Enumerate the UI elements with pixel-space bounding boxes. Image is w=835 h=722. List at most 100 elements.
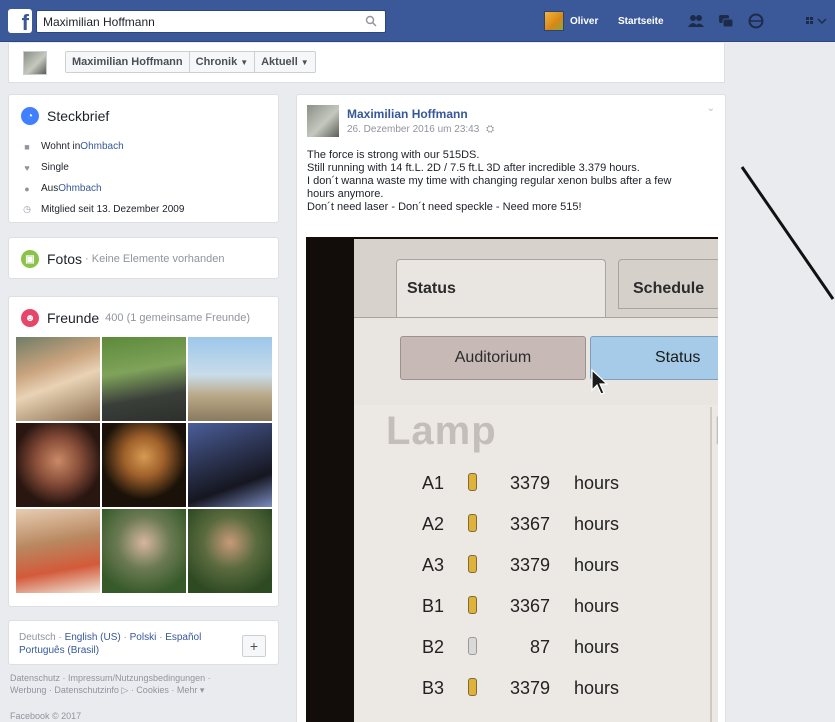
footer-links: Datenschutz · Impressum/Nutzungsbedingun… [10,672,275,696]
lamp-indicator-icon [468,514,477,532]
lamp-hours: 3367 [509,514,550,534]
friends-title[interactable]: Freunde [47,310,99,326]
globe-icon: ◔ [21,107,39,125]
chevron-down-icon: ▼ [300,58,309,67]
lamp-unit: hours [574,555,620,575]
language-link-english[interactable]: English (US) [65,632,121,643]
friend-tile[interactable] [16,509,100,593]
home-icon: ■ [24,141,30,152]
language-link-portugues[interactable]: Português (Brasil) [19,645,99,656]
messages-icon[interactable] [718,13,734,29]
intro-title: Steckbrief [47,108,110,124]
lamp-unit: hours [574,637,620,657]
lamp-row: B1 3367 hours [354,588,710,628]
account-menu-icon[interactable] [806,15,828,27]
nav-profile-link[interactable]: Oliver [544,11,598,31]
friend-tile[interactable] [188,509,272,593]
post-card: Maximilian Hoffmann 26. Dezember 2016 um… [296,94,726,722]
projector-status-screen: Status Schedule Auditorium Status Lamp P… [354,239,718,722]
lamp-indicator-icon [468,678,477,696]
clock-icon: ◷ [23,204,31,214]
intro-item-member-since: ◷ Mitglied seit 13. Dezember 2009 [21,199,271,220]
lamp-unit: hours [574,473,620,493]
lamp-row: A3 3379 hours [354,547,710,587]
top-navigation-bar: f Maximilian Hoffmann Oliver Startseite [0,0,835,42]
friends-count: 400 (1 gemeinsame Freunde) [105,312,251,324]
friend-tile[interactable] [102,337,186,421]
intro-item-hometown: ● Aus Ohmbach [21,178,271,199]
search-input[interactable]: Maximilian Hoffmann [36,10,386,33]
lamp-hours: 3367 [509,596,550,616]
language-link-polski[interactable]: Polski [130,632,157,643]
screen-button-auditorium: Auditorium [400,336,586,380]
residence-link[interactable]: Ohmbach [80,141,123,152]
lamp-indicator-icon [468,637,477,655]
add-language-button[interactable]: + [242,635,266,657]
nav-user-name: Oliver [570,15,599,27]
audience-friends-icon: ⛭ [486,124,495,135]
lamp-indicator-icon [468,473,477,491]
post-text-line: Still running with 14 ft.L. 2D / 7.5 ft.… [307,162,640,174]
lamp-id: A1 [422,473,445,493]
post-author-link[interactable]: Maximilian Hoffmann [347,107,468,121]
avatar[interactable] [307,105,339,137]
footer-links-line1[interactable]: Datenschutz · Impressum/Nutzungsbedingun… [10,672,275,684]
post-timestamp-label: 26. Dezember 2016 um 23:43 [347,124,480,135]
post-text-line: hours anymore. [307,188,384,200]
photos-subtitle: · Keine Elemente vorhanden [85,253,225,265]
friends-icon: ☻ [21,309,39,327]
recent-button[interactable]: Aktuell ▼ [255,52,315,72]
lamp-hours: 3379 [509,678,550,698]
footer-links-line2[interactable]: Werbung · Datenschutzinfo ▷ · Cookies · … [10,684,275,696]
post-text-line: I don´t wanna waste my time with changin… [307,175,672,187]
lamp-id: B1 [422,596,445,616]
language-link-espanol[interactable]: Español [165,632,201,643]
lamp-row: A1 3379 hours [354,465,710,505]
friend-tile[interactable] [188,423,272,507]
recent-button-label: Aktuell [261,56,298,68]
post-text: The force is strong with our 515DS. Stil… [307,149,717,214]
timeline-button[interactable]: Chronik ▼ [190,52,256,72]
lamp-unit: hours [574,596,620,616]
photos-card: ▣ Fotos · Keine Elemente vorhanden [8,237,279,279]
timeline-button-label: Chronik [195,56,238,68]
notifications-icon[interactable] [748,13,764,29]
intro-item-residence: ■ Wohnt in Ohmbach [21,136,271,157]
lamp-indicator-icon [468,596,477,614]
post-options-icon[interactable]: ⌄ [707,103,715,114]
hometown-link[interactable]: Ohmbach [58,183,101,194]
post-text-line: Don´t need laser - Don´t need speckle - … [307,201,582,213]
lamp-id: B2 [422,637,445,657]
friend-tile[interactable] [16,423,100,507]
friend-requests-icon[interactable] [688,13,704,29]
facebook-logo-icon[interactable]: f [8,9,32,33]
profile-header-strip: Maximilian Hoffmann Chronik ▼ Aktuell ▼ [8,43,725,83]
post-photo[interactable]: Status Schedule Auditorium Status Lamp P… [306,237,718,722]
annotation-arrow [740,166,835,300]
friends-card: ☻ Freunde 400 (1 gemeinsame Freunde) [8,296,279,607]
lamp-hours: 3379 [509,555,550,575]
nav-home-link[interactable]: Startseite [618,16,664,27]
friend-tile[interactable] [102,509,186,593]
post-timestamp[interactable]: 26. Dezember 2016 um 23:43 ⛭ [347,124,494,135]
lamp-row: B2 87 hours [354,629,710,669]
search-icon[interactable] [365,15,377,27]
lamp-heading: Lamp [386,409,497,453]
avatar [544,11,564,31]
lamp-row: B3 3379 hours [354,670,710,710]
post-text-line: The force is strong with our 515DS. [307,149,480,161]
copyright-text: Facebook © 2017 [10,711,82,721]
avatar[interactable] [23,51,47,75]
intro-card: ◔ Steckbrief ■ Wohnt in Ohmbach ♥ Single… [8,94,279,223]
lamp-hours: 87 [529,637,550,657]
photos-title[interactable]: Fotos [47,251,82,267]
friend-tile[interactable] [102,423,186,507]
language-link-deutsch[interactable]: Deutsch [19,632,56,643]
lamp-row: A2 3367 hours [354,506,710,546]
friend-tile[interactable] [188,337,272,421]
profile-name-button[interactable]: Maximilian Hoffmann [66,52,190,72]
friend-tile[interactable] [16,337,100,421]
divider [710,407,712,722]
lamp-hours: 3379 [509,473,550,493]
lamp-unit: hours [574,678,620,698]
